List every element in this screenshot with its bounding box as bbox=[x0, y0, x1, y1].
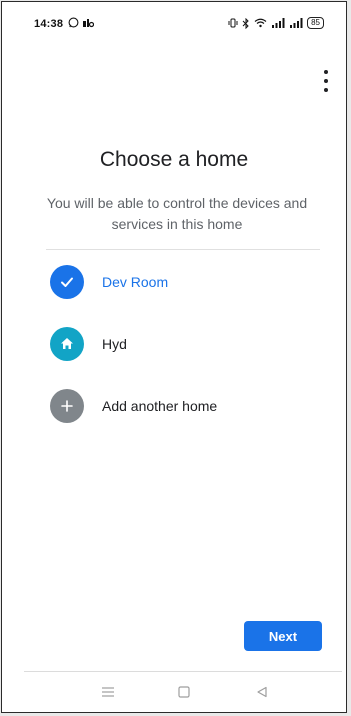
vibrate-icon bbox=[228, 18, 238, 28]
more-options-button[interactable] bbox=[320, 70, 332, 92]
divider bbox=[46, 249, 320, 250]
page-subtitle: You will be able to control the devices … bbox=[46, 195, 308, 232]
plus-icon bbox=[50, 389, 84, 423]
home-item-label: Hyd bbox=[102, 336, 127, 352]
add-another-home-button[interactable]: Add another home bbox=[50, 388, 320, 424]
home-item-label: Dev Room bbox=[102, 274, 169, 290]
battery-indicator: 85 bbox=[307, 17, 324, 29]
wifi-icon bbox=[254, 18, 267, 28]
page-title: Choose a home bbox=[99, 148, 249, 171]
next-button[interactable]: Next bbox=[244, 621, 322, 651]
status-left-icons bbox=[68, 17, 95, 31]
back-triangle-icon bbox=[257, 686, 267, 698]
status-right-icons: 85 bbox=[228, 17, 324, 29]
status-time: 14:38 bbox=[34, 18, 64, 30]
whatsapp-icon bbox=[68, 17, 79, 28]
more-vert-icon bbox=[324, 70, 328, 74]
check-icon bbox=[50, 265, 84, 299]
navigation-bar bbox=[2, 672, 346, 712]
signal-icon bbox=[290, 18, 303, 28]
status-bar: 14:38 85 bbox=[2, 2, 346, 42]
phone-screen: 14:38 85 Choose a home You will be able … bbox=[1, 1, 347, 713]
signal-icon bbox=[272, 18, 285, 28]
bluetooth-icon bbox=[242, 17, 249, 29]
home-icon bbox=[50, 327, 84, 361]
back-nav-button[interactable] bbox=[252, 682, 272, 702]
home-item-hyd[interactable]: Hyd bbox=[50, 326, 320, 362]
home-nav-button[interactable] bbox=[174, 682, 194, 702]
menu-nav-button[interactable] bbox=[98, 682, 118, 702]
menu-icon bbox=[102, 687, 114, 697]
square-icon bbox=[178, 686, 190, 698]
home-item-label: Add another home bbox=[102, 398, 218, 414]
notification-icon bbox=[83, 19, 95, 28]
home-item-dev-room[interactable]: Dev Room bbox=[50, 264, 320, 300]
